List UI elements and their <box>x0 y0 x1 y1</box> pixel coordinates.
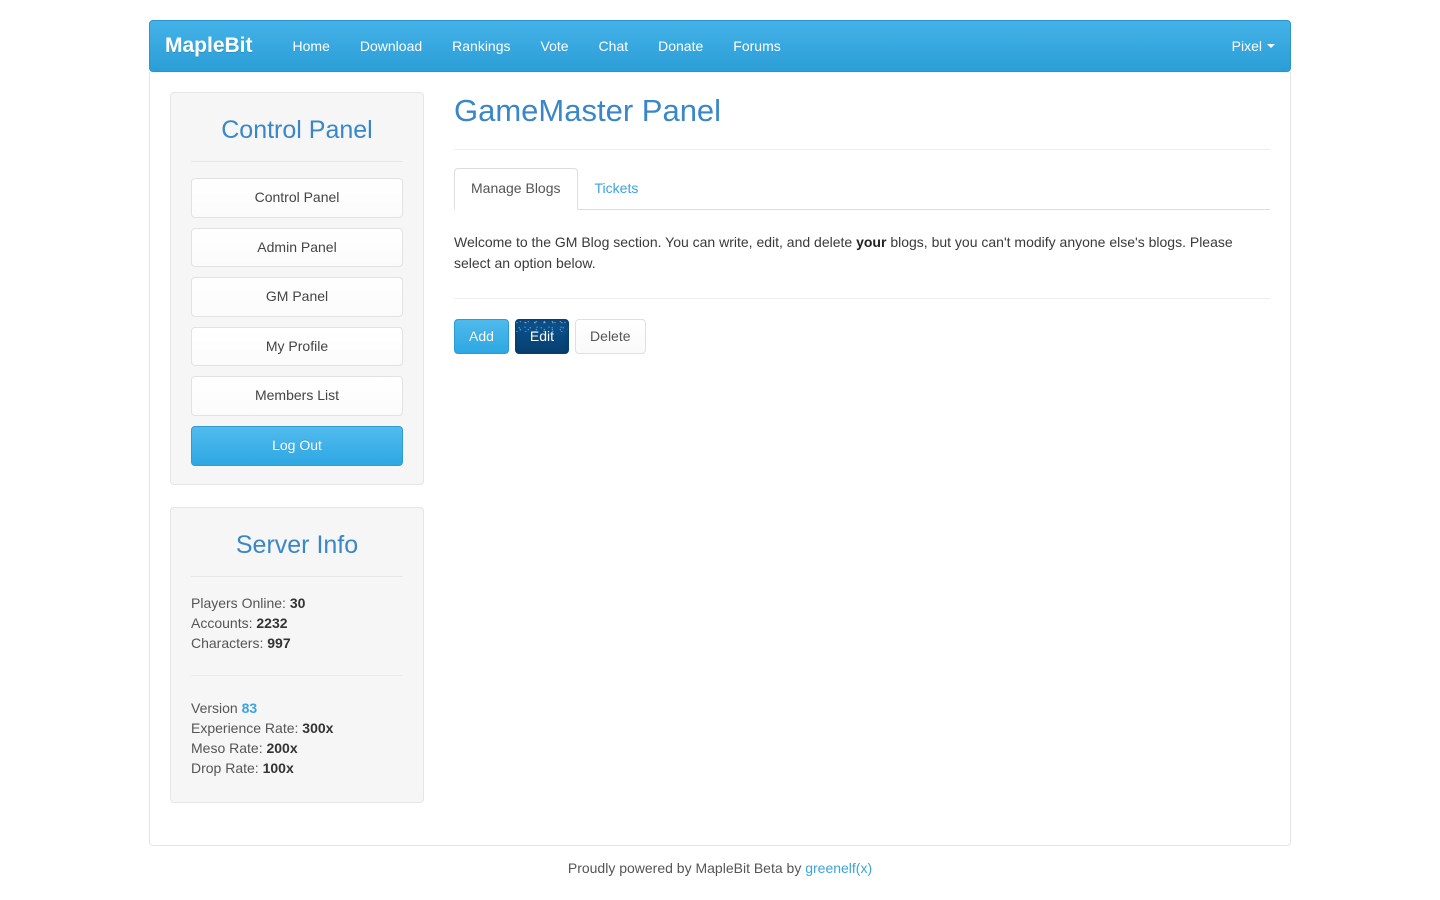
brand-logo[interactable]: MapleBit <box>165 21 268 71</box>
server-info-card: Server Info Players Online: 30 Accounts:… <box>170 506 424 803</box>
stat-version-value: 83 <box>241 699 258 716</box>
stat-drop-rate-label: Drop Rate: <box>191 759 259 776</box>
welcome-message-part1: Welcome to the GM Blog section. You can … <box>454 233 857 250</box>
tab-manage-blogs[interactable]: Manage Blogs <box>454 168 578 210</box>
stat-version: Version 83 <box>191 698 403 718</box>
sidebar-item-control-panel[interactable]: Control Panel <box>191 178 403 218</box>
stat-version-label: Version <box>191 699 238 716</box>
nav-item-donate[interactable]: Donate <box>643 21 718 71</box>
control-panel-card: Control Panel Control Panel Admin Panel … <box>170 92 424 485</box>
stat-accounts: Accounts: 2232 <box>191 613 403 633</box>
sidebar-item-my-profile[interactable]: My Profile <box>191 326 403 367</box>
welcome-message: Welcome to the GM Blog section. You can … <box>454 232 1254 274</box>
footer-text: Proudly powered by MapleBit Beta by <box>567 859 806 876</box>
delete-button[interactable]: Delete <box>575 318 646 355</box>
control-panel-title: Control Panel <box>221 116 373 144</box>
server-info-divider <box>191 575 403 577</box>
primary-nav: Home Download Rankings Vote Chat Donate … <box>278 21 796 71</box>
stat-accounts-value: 2232 <box>256 614 288 631</box>
stat-experience-rate-label: Experience Rate: <box>191 719 299 736</box>
page-footer: Proudly powered by MapleBit Beta by gree… <box>149 846 1291 878</box>
stat-characters-value: 997 <box>267 634 291 651</box>
sidebar-item-members-list[interactable]: Members List <box>191 376 403 416</box>
nav-item-rankings[interactable]: Rankings <box>437 21 525 71</box>
stat-players-online-value: 30 <box>289 594 306 611</box>
welcome-message-emphasis: your <box>856 233 887 250</box>
main-content: GameMaster Panel Manage Blogs Tickets We… <box>424 92 1270 355</box>
sidebar: Control Panel Control Panel Admin Panel … <box>170 92 424 825</box>
stat-meso-rate-value: 200x <box>266 739 298 756</box>
stat-meso-rate: Meso Rate: 200x <box>191 738 403 758</box>
server-info-inner-divider <box>191 674 403 676</box>
page-title: GameMaster Panel <box>454 93 722 128</box>
stat-accounts-label: Accounts: <box>191 614 253 631</box>
edit-button[interactable]: Edit <box>514 318 570 355</box>
stat-characters: Characters: 997 <box>191 633 403 653</box>
tab-tickets[interactable]: Tickets <box>578 168 656 210</box>
nav-item-vote[interactable]: Vote <box>526 21 584 71</box>
footer-author-link[interactable]: greenelf(x) <box>805 860 872 876</box>
sidebar-item-admin-panel[interactable]: Admin Panel <box>191 227 403 268</box>
title-divider <box>454 149 1270 151</box>
user-menu-toggle[interactable]: Pixel <box>1232 21 1275 71</box>
stat-drop-rate-value: 100x <box>262 759 294 776</box>
nav-item-forums[interactable]: Forums <box>718 21 795 71</box>
stat-players-online-label: Players Online: <box>191 594 286 611</box>
navbar-right: Pixel <box>1232 21 1290 71</box>
control-panel-divider <box>191 161 403 162</box>
tab-bar: Manage Blogs Tickets <box>454 168 1270 210</box>
sidebar-item-log-out[interactable]: Log Out <box>191 425 403 466</box>
nav-item-home[interactable]: Home <box>278 21 345 71</box>
stat-meso-rate-label: Meso Rate: <box>191 739 263 756</box>
user-menu-label: Pixel <box>1231 38 1262 54</box>
server-rates-group: Version 83 Experience Rate: 300x Meso Ra… <box>191 698 403 778</box>
stat-experience-rate: Experience Rate: 300x <box>191 718 403 738</box>
top-navbar: MapleBit Home Download Rankings Vote Cha… <box>149 20 1291 72</box>
server-stats-group: Players Online: 30 Accounts: 2232 Charac… <box>191 593 403 653</box>
stat-drop-rate: Drop Rate: 100x <box>191 758 403 778</box>
nav-item-download[interactable]: Download <box>345 21 437 71</box>
edit-button-label: Edit <box>529 327 555 344</box>
server-info-title: Server Info <box>235 530 359 559</box>
page-wrapper: MapleBit Home Download Rankings Vote Cha… <box>149 0 1291 878</box>
chevron-down-icon <box>1267 44 1275 48</box>
blog-action-buttons: Add Edit Delete <box>454 318 1270 355</box>
stat-players-online: Players Online: 30 <box>191 593 403 613</box>
nav-item-chat[interactable]: Chat <box>584 21 644 71</box>
actions-divider <box>454 297 1270 299</box>
main-container: Control Panel Control Panel Admin Panel … <box>149 72 1291 846</box>
stat-experience-rate-value: 300x <box>302 719 334 736</box>
sidebar-item-gm-panel[interactable]: GM Panel <box>191 277 403 317</box>
stat-characters-label: Characters: <box>191 634 264 651</box>
add-button[interactable]: Add <box>454 318 509 355</box>
